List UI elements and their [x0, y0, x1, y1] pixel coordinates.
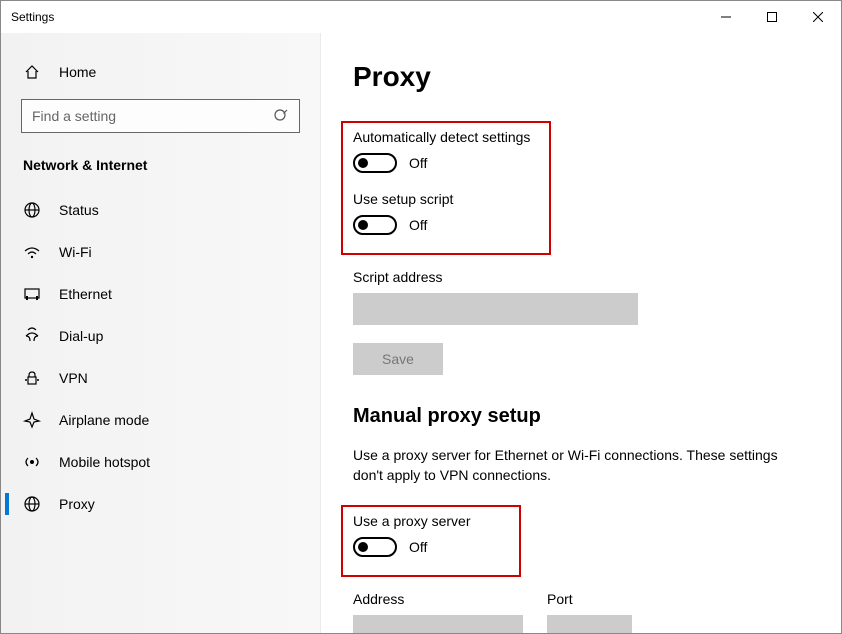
sidebar-item-label: Proxy [59, 496, 95, 512]
sidebar-item-label: Ethernet [59, 286, 112, 302]
sidebar-item-label: Mobile hotspot [59, 454, 150, 470]
ethernet-icon [23, 285, 41, 303]
use-proxy-label: Use a proxy server [353, 513, 509, 529]
sidebar-item-vpn[interactable]: VPN [5, 357, 316, 399]
status-icon [23, 201, 41, 219]
address-label: Address [353, 591, 523, 607]
category-header: Network & Internet [5, 151, 316, 189]
maximize-button[interactable] [749, 1, 795, 33]
auto-detect-toggle[interactable] [353, 153, 397, 173]
hotspot-icon [23, 453, 41, 471]
search-box[interactable] [21, 99, 300, 133]
page-title: Proxy [353, 61, 841, 93]
sidebar-item-label: Airplane mode [59, 412, 149, 428]
save-button[interactable]: Save [353, 343, 443, 375]
search-input[interactable] [32, 108, 273, 124]
home-label: Home [59, 64, 96, 80]
manual-section-title: Manual proxy setup [353, 405, 841, 428]
nav-list: Status Wi-Fi Ethernet Dial-up [5, 189, 316, 525]
sidebar-item-label: Wi-Fi [59, 244, 92, 260]
use-proxy-state: Off [409, 539, 427, 555]
content-area: Proxy Automatically detect settings Off … [321, 33, 841, 633]
vpn-icon [23, 369, 41, 387]
highlight-box-auto: Automatically detect settings Off Use se… [341, 121, 551, 255]
window-title: Settings [11, 10, 54, 24]
search-icon [273, 108, 289, 124]
port-label: Port [547, 591, 632, 607]
airplane-icon [23, 411, 41, 429]
script-address-label: Script address [353, 269, 841, 285]
use-proxy-toggle[interactable] [353, 537, 397, 557]
manual-section-desc: Use a proxy server for Ethernet or Wi-Fi… [353, 446, 783, 485]
minimize-button[interactable] [703, 1, 749, 33]
auto-detect-state: Off [409, 155, 427, 171]
port-input[interactable] [547, 615, 632, 633]
sidebar: Home Network & Internet Status Wi-Fi [1, 33, 321, 633]
sidebar-item-dialup[interactable]: Dial-up [5, 315, 316, 357]
auto-detect-label: Automatically detect settings [353, 129, 539, 145]
home-icon [23, 63, 41, 81]
home-item[interactable]: Home [5, 53, 316, 91]
sidebar-item-status[interactable]: Status [5, 189, 316, 231]
script-address-input[interactable] [353, 293, 638, 325]
titlebar: Settings [1, 1, 841, 33]
proxy-icon [23, 495, 41, 513]
sidebar-item-airplane[interactable]: Airplane mode [5, 399, 316, 441]
sidebar-item-proxy[interactable]: Proxy [5, 483, 316, 525]
sidebar-item-hotspot[interactable]: Mobile hotspot [5, 441, 316, 483]
use-script-state: Off [409, 217, 427, 233]
highlight-box-manual: Use a proxy server Off [341, 505, 521, 577]
sidebar-item-label: VPN [59, 370, 88, 386]
sidebar-item-wifi[interactable]: Wi-Fi [5, 231, 316, 273]
wifi-icon [23, 243, 41, 261]
dialup-icon [23, 327, 41, 345]
window-controls [703, 1, 841, 33]
sidebar-item-ethernet[interactable]: Ethernet [5, 273, 316, 315]
sidebar-item-label: Status [59, 202, 99, 218]
use-script-toggle[interactable] [353, 215, 397, 235]
address-input[interactable] [353, 615, 523, 633]
sidebar-item-label: Dial-up [59, 328, 103, 344]
close-button[interactable] [795, 1, 841, 33]
use-script-label: Use setup script [353, 191, 539, 207]
